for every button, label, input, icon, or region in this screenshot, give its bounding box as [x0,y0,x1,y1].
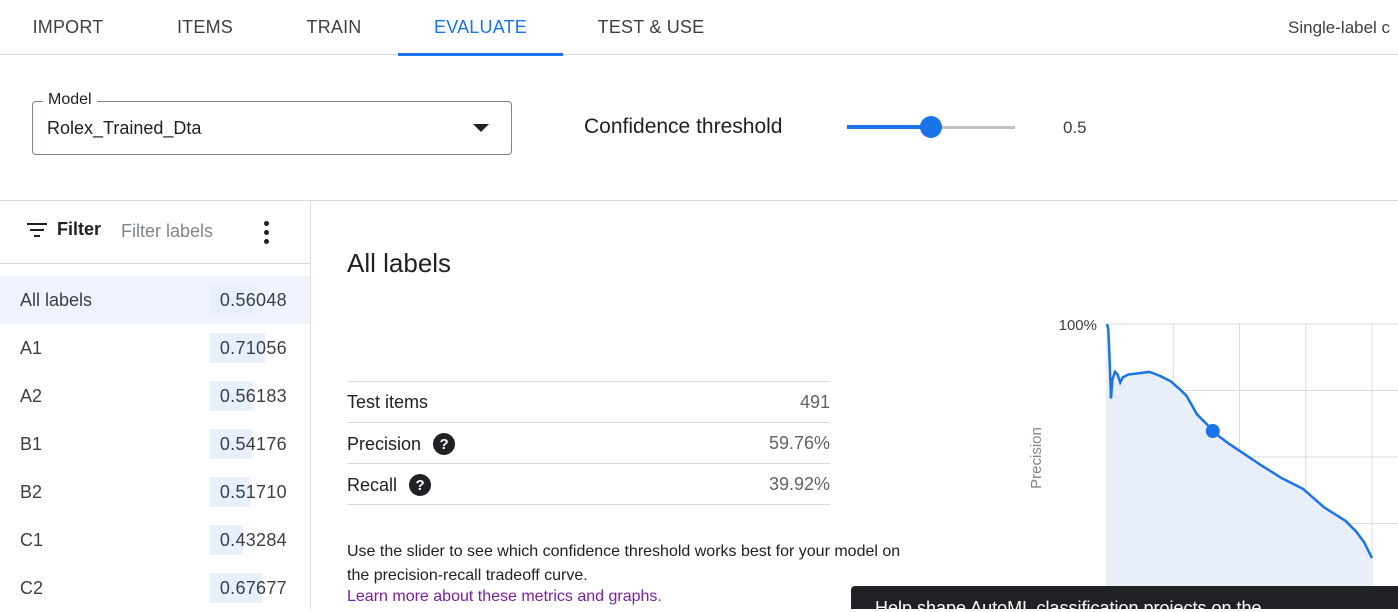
filter-bar: Filter [0,201,310,264]
y-axis-label: Precision [1028,427,1045,489]
label-name: C2 [20,578,44,598]
label-list-item[interactable]: B2 0.51710 [0,468,310,516]
label-name: C1 [20,530,44,550]
tab-evaluate[interactable]: EVALUATE [398,0,563,56]
label-list: All labels 0.56048 A1 0.71056 A2 0.56183 B1 0.5… [0,276,310,612]
label-score: 0.56048 [219,290,287,310]
metric-label: Recall [347,474,398,495]
top-tabs: IMPORT ITEMS TRAIN EVALUATE TEST & USE S… [0,0,1398,56]
label-list-item[interactable]: C2 0.67677 [0,564,310,612]
metric-label-container: Recall ? [347,474,432,496]
dropdown-arrow-icon [473,124,489,132]
metric-row-precision: Precision ? 59.76% [347,423,830,464]
label-score: 0.51710 [219,482,287,502]
slider-thumb[interactable] [920,116,942,138]
label-list-item[interactable]: A1 0.71056 [0,324,310,372]
metrics-table: Test items 491 Precision ? 59.76% Recall… [347,381,830,505]
precision-recall-chart-svg: 100% Precision [1028,317,1398,609]
confidence-threshold-value: 0.5 [1063,118,1087,137]
label-score: 0.43284 [219,530,287,550]
metric-value: 59.76% [768,433,830,453]
label-score: 0.67677 [219,578,287,598]
label-name: All labels [20,290,93,310]
model-select-label: Model [43,91,97,109]
tab-items[interactable]: ITEMS [136,0,274,55]
label-list-item[interactable]: C1 0.43284 [0,516,310,564]
label-score: 0.71056 [219,338,287,358]
label-score: 0.54176 [219,434,287,454]
slider-fill [847,125,931,129]
precision-recall-chart: 100% Precision [1020,310,1398,609]
help-icon[interactable]: ? [409,474,432,496]
metric-label: Precision [347,433,422,454]
feedback-snackbar: Help shape AutoML classification project… [851,586,1398,609]
sidebar-divider [310,201,311,609]
page-title: All labels [347,248,452,278]
label-name: A1 [20,338,43,358]
model-select[interactable]: Model Rolex_Trained_Dta [32,91,512,155]
label-name: B1 [20,434,43,454]
filter-labels-input[interactable] [121,221,241,242]
label-score: 0.56183 [219,386,287,406]
label-list-item[interactable]: A2 0.56183 [0,372,310,420]
y-tick-label: 100% [1059,317,1097,334]
help-icon[interactable]: ? [433,433,456,455]
label-list-item[interactable]: All labels 0.56048 [0,276,310,324]
more-vert-icon[interactable] [262,221,272,245]
metric-label: Test items [347,392,429,412]
filter-button[interactable]: Filter [27,219,101,240]
snackbar-text: Help shape AutoML classification project… [875,598,1262,609]
filter-list-icon [27,222,47,237]
confidence-threshold-slider[interactable] [847,116,1015,138]
tab-test-and-use[interactable]: TEST & USE [580,0,722,55]
model-select-value: Rolex_Trained_Dta [47,118,202,138]
slider-description: Use the slider to see which confidence t… [347,543,901,584]
metric-row-recall: Recall ? 39.92% [347,464,830,505]
label-list-item[interactable]: B1 0.54176 [0,420,310,468]
tab-train[interactable]: TRAIN [274,0,394,55]
metric-row-test-items: Test items 491 [347,382,830,423]
label-name: A2 [20,386,43,406]
filter-button-label: Filter [57,219,102,239]
metric-value: 39.92% [768,474,830,494]
threshold-marker-point [1205,424,1220,439]
tab-import[interactable]: IMPORT [0,0,136,55]
learn-more-link[interactable]: Learn more about these metrics and graph… [347,588,662,606]
confidence-threshold-label: Confidence threshold [584,115,783,138]
metric-label-container: Precision ? [347,433,456,455]
classification-type-label: Single-label c [1288,17,1391,37]
metric-value: 491 [799,392,830,412]
label-name: B2 [20,482,43,502]
